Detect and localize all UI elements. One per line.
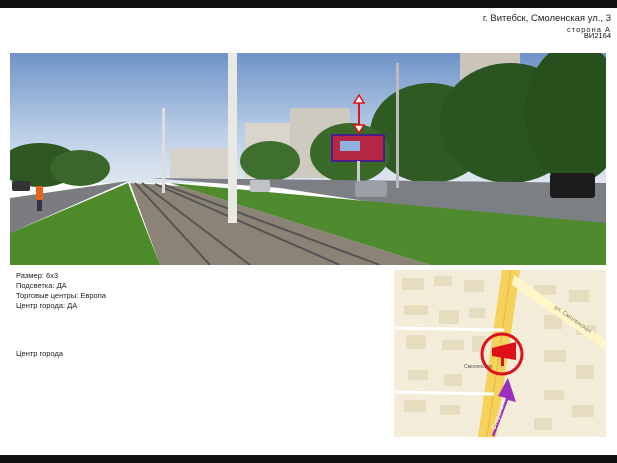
- size-spec: Размер: 6х3: [16, 271, 59, 280]
- zone-note: Центр города: [16, 349, 64, 358]
- location-map: ул. Смоленская Смоленская Сторона А: [394, 270, 606, 437]
- billboard-photo: [10, 53, 606, 265]
- address-title: г. Витебск, Смоленская ул., 3: [482, 13, 611, 24]
- lighting-spec: Подсветка: ДА: [16, 281, 67, 290]
- bottom-bar: [0, 455, 617, 463]
- billboard-code: ВИ2164: [583, 31, 611, 40]
- city-center-spec: Центр города: ДА: [16, 301, 78, 310]
- specs-block: Размер: 6х3 Подсветка: ДА Торговые центр…: [16, 271, 106, 311]
- top-bar: [0, 0, 617, 8]
- malls-spec: Торговые центры: Европа: [16, 291, 106, 300]
